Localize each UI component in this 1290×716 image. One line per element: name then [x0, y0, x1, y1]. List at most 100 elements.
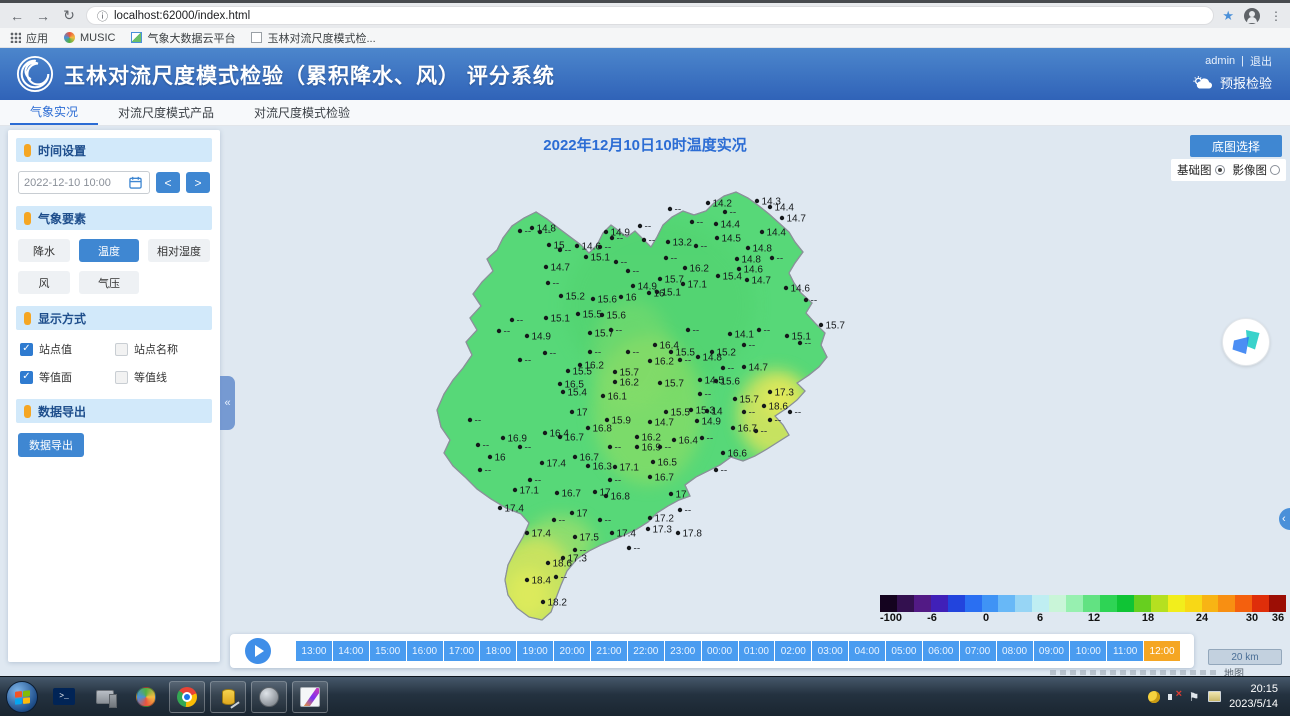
map-area[interactable]: 14.81514.614.915.114.715.215.6161615.115… — [220, 126, 1290, 676]
svg-text:--: -- — [728, 364, 735, 375]
timeline-chip[interactable]: 00:00 — [702, 641, 738, 661]
timeline-chip[interactable]: 05:00 — [886, 641, 922, 661]
volume-muted-icon[interactable] — [1167, 690, 1181, 704]
prev-time-button[interactable]: < — [156, 172, 180, 193]
timeline-chip[interactable]: 06:00 — [923, 641, 959, 661]
timeline-chip[interactable]: 11:00 — [1107, 641, 1143, 661]
timeline-chip[interactable]: 21:00 — [591, 641, 627, 661]
bookmark-item[interactable]: MUSIC — [64, 32, 115, 44]
element-button-温度[interactable]: 温度 — [79, 239, 139, 262]
svg-text:16.1: 16.1 — [608, 392, 628, 403]
timeline-chip[interactable]: 02:00 — [775, 641, 811, 661]
svg-text:--: -- — [525, 227, 532, 238]
browser-menu-icon[interactable]: ⋮ — [1270, 9, 1282, 23]
timeline-chip[interactable]: 08:00 — [997, 641, 1033, 661]
svg-text:16.3: 16.3 — [593, 462, 613, 473]
timeline-chip[interactable]: 10:00 — [1070, 641, 1106, 661]
address-bar[interactable]: ⓘ localhost:62000/index.html — [86, 6, 1214, 25]
element-button-风[interactable]: 风 — [18, 271, 70, 294]
calendar-icon[interactable] — [129, 176, 142, 189]
checkbox-icon[interactable] — [115, 343, 128, 356]
paint-tool-icon[interactable] — [292, 681, 328, 713]
timeline-chip[interactable]: 09:00 — [1034, 641, 1070, 661]
system-tool-icon[interactable] — [87, 681, 123, 713]
datetime-picker[interactable] — [18, 171, 150, 194]
forecast-verification-link[interactable]: 预报检验 — [1192, 73, 1272, 92]
svg-text:--: -- — [777, 254, 784, 265]
checkbox-icon[interactable] — [115, 371, 128, 384]
page-info-icon[interactable]: ⓘ — [97, 8, 108, 24]
taskbar-clock[interactable]: 20:15 2023/5/14 — [1229, 682, 1278, 711]
basemap-option-影像图[interactable]: 影像图 — [1233, 162, 1281, 178]
radio-icon[interactable] — [1270, 165, 1280, 175]
bookmark-star-icon[interactable]: ★ — [1222, 8, 1234, 24]
back-icon[interactable]: ← — [8, 8, 26, 24]
timeline-chip[interactable]: 17:00 — [444, 641, 480, 661]
data-export-button[interactable]: 数据导出 — [18, 433, 84, 457]
url-text[interactable]: localhost:62000/index.html — [114, 10, 250, 22]
colorbar-segment — [1049, 595, 1066, 612]
checkbox-icon[interactable]: ✓ — [20, 371, 33, 384]
tianditu-logo-icon[interactable] — [1222, 318, 1270, 366]
timeline-chip[interactable]: 01:00 — [739, 641, 775, 661]
element-button-气压[interactable]: 气压 — [79, 271, 139, 294]
svg-text:15.4: 15.4 — [568, 388, 588, 399]
display-option-等值线[interactable]: 等值线 — [115, 369, 210, 385]
logout-link[interactable]: 退出 — [1250, 53, 1272, 69]
apps-grid-icon — [10, 32, 21, 43]
timeline-chip[interactable]: 16:00 — [407, 641, 443, 661]
svg-text:--: -- — [693, 326, 700, 337]
svg-text:15.2: 15.2 — [566, 292, 586, 303]
database-tool-icon[interactable] — [210, 681, 246, 713]
user-name[interactable]: admin — [1205, 55, 1235, 67]
chrome-icon[interactable] — [169, 681, 205, 713]
reload-icon[interactable]: ↻ — [60, 7, 78, 24]
tab-对流尺度模式产品[interactable]: 对流尺度模式产品 — [98, 100, 234, 125]
timeline-chip[interactable]: 23:00 — [665, 641, 701, 661]
timeline-chip[interactable]: 04:00 — [849, 641, 885, 661]
element-button-降水[interactable]: 降水 — [18, 239, 70, 262]
timeline-chip[interactable]: 18:00 — [480, 641, 516, 661]
play-button[interactable] — [245, 638, 271, 664]
timeline-chip[interactable]: 19:00 — [517, 641, 553, 661]
datetime-input[interactable] — [24, 177, 126, 189]
display-option-站点值[interactable]: ✓站点值 — [20, 341, 115, 357]
action-center-flag-icon[interactable]: ⚑ — [1187, 690, 1201, 704]
timeline-chip[interactable]: 13:00 — [296, 641, 332, 661]
section-header-export: 数据导出 — [16, 399, 212, 423]
bookmark-item[interactable]: 应用 — [10, 30, 48, 46]
antivirus-icon[interactable] — [1147, 690, 1161, 704]
start-button[interactable] — [6, 681, 38, 713]
svg-text:--: -- — [504, 327, 511, 338]
radio-icon[interactable] — [1215, 165, 1225, 175]
display-option-站点名称[interactable]: 站点名称 — [115, 341, 210, 357]
network-icon[interactable] — [1207, 690, 1221, 704]
timeline-chip[interactable]: 15:00 — [370, 641, 406, 661]
display-option-等值面[interactable]: ✓等值面 — [20, 369, 115, 385]
colorbar-segment — [1269, 595, 1286, 612]
bookmark-item[interactable]: 玉林对流尺度模式检... — [251, 30, 375, 46]
element-button-相对湿度[interactable]: 相对湿度 — [148, 239, 210, 262]
tab-对流尺度模式检验[interactable]: 对流尺度模式检验 — [234, 100, 370, 125]
basemap-select-button[interactable]: 底图选择 — [1190, 135, 1282, 157]
timeline-chip[interactable]: 20:00 — [554, 641, 590, 661]
windows-taskbar: >_ ⚑ 20:15 2023/5/14 — [0, 676, 1290, 716]
svg-text:14.9: 14.9 — [532, 332, 552, 343]
timeline-chip[interactable]: 03:00 — [812, 641, 848, 661]
next-time-button[interactable]: > — [186, 172, 210, 193]
timeline-chip-active[interactable]: 12:00 — [1144, 641, 1180, 661]
basemap-option-基础图[interactable]: 基础图 — [1177, 162, 1225, 178]
bookmark-item[interactable]: 气象大数据云平台 — [131, 30, 235, 46]
timeline-chip[interactable]: 14:00 — [333, 641, 369, 661]
powershell-icon[interactable]: >_ — [46, 681, 82, 713]
forward-icon[interactable]: → — [34, 8, 52, 24]
timeline-chip[interactable]: 07:00 — [960, 641, 996, 661]
section-header-time: 时间设置 — [16, 138, 212, 162]
browser-360-icon[interactable] — [128, 681, 164, 713]
tab-气象实况[interactable]: 气象实况 — [10, 100, 98, 125]
profile-avatar-icon[interactable] — [1244, 8, 1260, 24]
globe-app-icon[interactable] — [251, 681, 287, 713]
timeline-chip[interactable]: 22:00 — [628, 641, 664, 661]
checkbox-icon[interactable]: ✓ — [20, 343, 33, 356]
svg-text:17.4: 17.4 — [532, 529, 552, 540]
